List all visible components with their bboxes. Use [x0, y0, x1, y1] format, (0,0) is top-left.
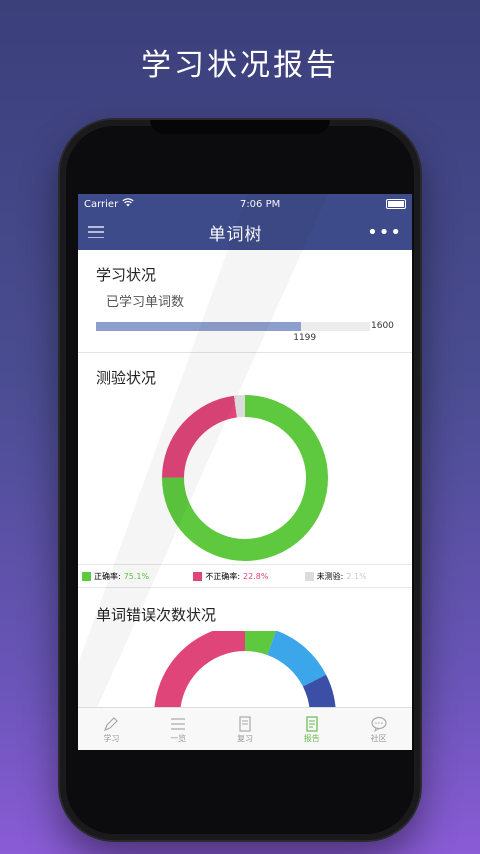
nav-title: 单词树 [208, 224, 263, 245]
incorrect-swatch [193, 571, 203, 581]
carrier-label: Carrier [84, 198, 119, 210]
report-icon [306, 715, 318, 732]
battery-icon [386, 199, 406, 209]
wifi-icon [122, 198, 134, 210]
legend-incorrect-label: 不正确率: [205, 571, 241, 581]
more-icon[interactable]: ••• [367, 222, 402, 243]
headline: 学习状况报告 [141, 48, 339, 83]
errors-donut-wrap [78, 631, 412, 710]
legend-correct-value: 75.1% [123, 571, 150, 581]
correct-swatch [82, 571, 91, 581]
tab-list-label: 一览 [170, 733, 187, 743]
quiz-section-title: 测验状况 [96, 369, 157, 387]
phone-speaker [150, 120, 330, 134]
learned-count: 1199 [293, 333, 317, 343]
study-section-title: 学习状况 [96, 266, 157, 284]
legend-untested-value: 2.1% [346, 571, 367, 581]
errors-donut-chart [154, 631, 336, 710]
legend-incorrect: 不正确率: 22.8% [189, 571, 300, 582]
app-screen: Carrier 7:06 PM 单词树 ••• 学习状况 已学习单词数 1199… [78, 194, 412, 750]
errors-donut-slice-3 [302, 674, 336, 710]
tab-list[interactable]: 一览 [145, 708, 212, 750]
tab-community-label: 社区 [370, 733, 387, 743]
quiz-donut-slice-2 [234, 395, 246, 418]
total-count: 1600 [371, 321, 394, 331]
tab-review[interactable]: 复习 [212, 708, 279, 750]
status-time: 7:06 PM [239, 198, 281, 210]
legend-correct: 正确率: 75.1% [78, 571, 189, 582]
errors-section-title: 单词错误次数状况 [96, 606, 217, 624]
legend-untested-label: 未测验: [316, 571, 344, 581]
status-bar: Carrier 7:06 PM [78, 194, 412, 214]
errors-donut-slice-0 [154, 631, 246, 710]
tab-review-label: 复习 [236, 733, 253, 743]
pen-icon [104, 716, 119, 731]
study-subtitle: 已学习单词数 [106, 295, 185, 310]
list-icon [171, 717, 186, 730]
document-icon [239, 715, 251, 732]
menu-icon[interactable] [88, 226, 104, 238]
tab-report-label: 报告 [303, 733, 320, 743]
nav-bar: 单词树 ••• [78, 214, 412, 250]
study-progress: 1199 1600 [78, 318, 412, 352]
quiz-legend: 正确率: 75.1% 不正确率: 22.8% 未测验: 2.1% [78, 564, 412, 588]
progress-track [96, 322, 370, 331]
errors-donut-slice-1 [244, 631, 277, 656]
chat-bubble-icon [370, 716, 387, 732]
quiz-donut-slice-1 [162, 395, 238, 479]
progress-fill [96, 322, 302, 331]
report-content[interactable]: 学习状况 已学习单词数 1199 1600 测验状况 正确率: 75.1% 不正 [78, 250, 412, 710]
tab-community[interactable]: 社区 [345, 708, 412, 750]
tab-report[interactable]: 报告 [278, 708, 345, 750]
untested-swatch [304, 571, 314, 581]
tab-bar: 学习 一览 复习 报告 社区 [78, 707, 412, 750]
legend-untested: 未测验: 2.1% [301, 571, 412, 582]
tab-study[interactable]: 学习 [78, 708, 145, 750]
legend-incorrect-value: 22.8% [243, 571, 269, 581]
quiz-donut-wrap [78, 394, 412, 564]
tab-study-label: 学习 [103, 733, 120, 743]
errors-donut-slice-2 [266, 631, 327, 688]
quiz-donut-chart [162, 395, 328, 561]
legend-correct-label: 正确率: [94, 571, 121, 581]
